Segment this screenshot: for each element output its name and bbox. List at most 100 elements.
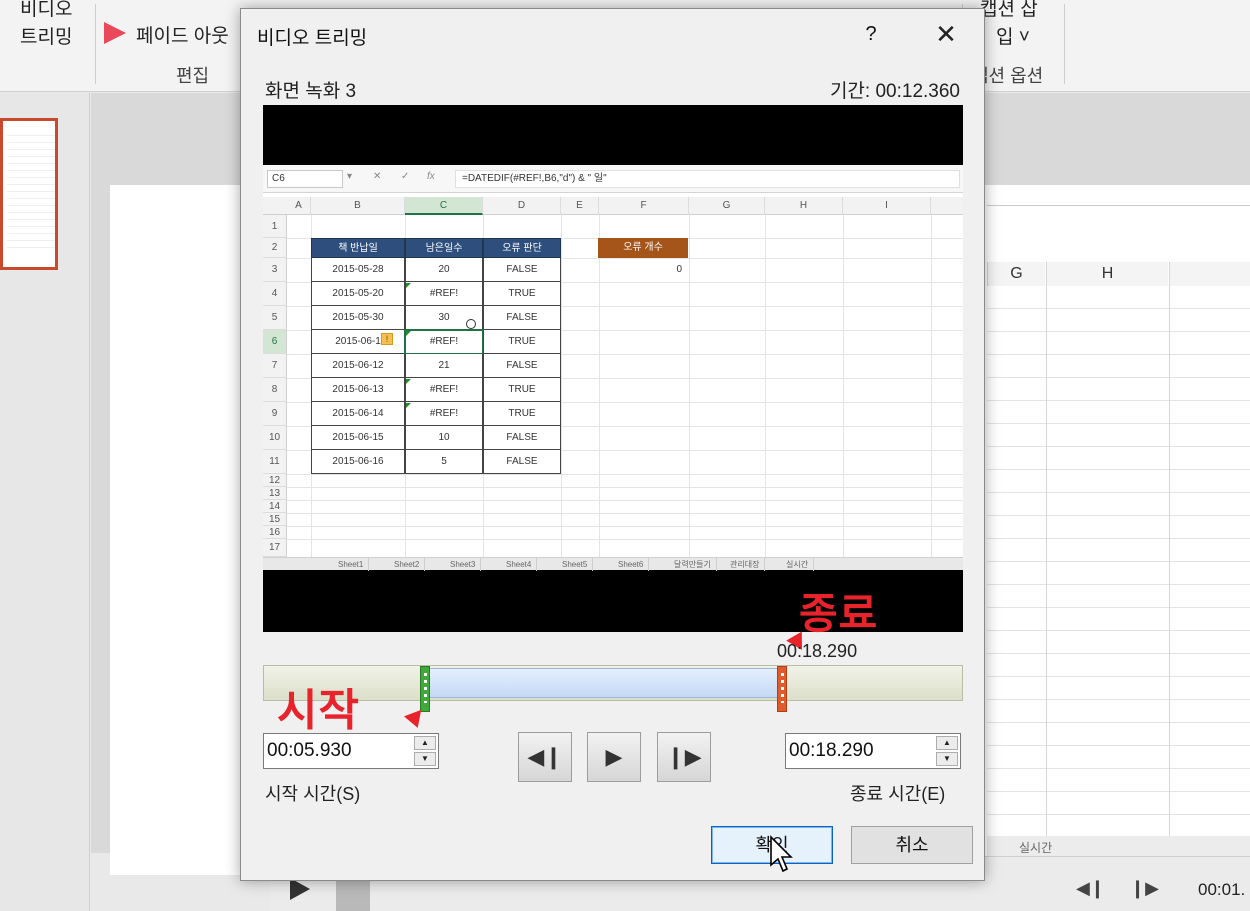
trim-video-dialog: 비디오 트리밍 ? ✕ 화면 녹화 3 기간: 00:12.360 C6 ▾ ✕… [240,8,985,881]
grid-column-line [931,215,932,557]
column-header: G [689,197,765,215]
excel-screenshot: C6 ▾ ✕ ✓ fx =DATEDIF(#REF!,B6,"d") & " 일… [263,165,963,571]
column-header: E [561,197,599,215]
start-time-input[interactable] [267,734,407,768]
slide-thumbnail[interactable] [0,118,58,270]
end-trim-handle[interactable] [777,666,787,712]
column-header: A [287,197,311,215]
grid-column-line [561,215,562,557]
row-header: 14 [263,500,287,513]
background-grid [987,286,1250,836]
row-header: 4 [263,282,287,306]
help-button[interactable]: ? [856,19,886,49]
start-time-down-icon[interactable]: ▼ [414,752,436,766]
table-cell: FALSE [483,450,561,474]
grid-column-line [765,215,766,557]
error-count-header: 오류 개수 [598,238,688,258]
insert-caption-label-bottom[interactable]: 입 ˅ [996,22,1030,49]
grid-row-line [287,487,963,488]
bg-prev-icon[interactable]: ◀❙ [1076,878,1105,899]
table-cell: 2015-05-20 [311,282,405,306]
close-button[interactable]: ✕ [929,19,963,49]
end-time-spinner: ▲ ▼ [785,733,961,769]
column-header: C [405,197,483,215]
table-cell: #REF! [404,329,484,355]
error-indicator-icon [406,403,411,408]
end-time-up-icon[interactable]: ▲ [936,736,958,750]
sheet-tab: 실시간 [781,558,815,571]
start-trim-handle[interactable] [420,666,430,712]
background-play-icon[interactable] [290,878,310,900]
video-trim-label-bottom[interactable]: 트리밍 [20,22,72,49]
row-header: 5 [263,306,287,330]
error-indicator-icon [406,283,411,288]
grid-column-line [689,215,690,557]
row-header: 6 [263,330,287,354]
table-cell: FALSE [483,258,561,282]
table-cell: #REF! [405,282,483,306]
cell-cursor-icon [466,319,476,329]
row-header: 10 [263,426,287,450]
bg-column-h: H [1046,262,1168,286]
video-preview: C6 ▾ ✕ ✓ fx =DATEDIF(#REF!,B6,"d") & " 일… [263,105,963,632]
table-cell: FALSE [483,306,561,330]
table-cell: 21 [405,354,483,378]
sheet-tab: Sheet5 [557,558,594,571]
table-header-cell: 오류 판단 [483,238,561,258]
row-header: 12 [263,474,287,487]
end-time-down-icon[interactable]: ▼ [936,752,958,766]
table-cell: TRUE [483,330,561,354]
sheet-tab: Sheet1 [333,558,370,571]
row-header: 3 [263,258,287,282]
sheet-tab: Sheet4 [501,558,538,571]
row-header: 17 [263,539,287,557]
end-time-label: 종료 시간(E) [850,784,946,804]
row-header: 16 [263,526,287,539]
table-cell: FALSE [483,354,561,378]
table-cell: FALSE [483,426,561,450]
row-header: 2 [263,238,287,258]
trim-timeline[interactable] [263,665,963,712]
timeline-selection [430,668,777,698]
bg-next-icon[interactable]: ❙▶ [1130,878,1159,899]
bg-column-g: G [987,262,1045,286]
table-cell: #REF! [405,402,483,426]
start-time-up-icon[interactable]: ▲ [414,736,436,750]
previous-frame-button[interactable]: ◀❙ [518,732,572,782]
start-time-label: 시작 시간(S) [265,784,361,804]
play-button[interactable]: ▶ [587,732,641,782]
error-count-value: 0 [676,264,682,275]
row-header: 11 [263,450,287,474]
sheet-tabs: Sheet1 Sheet2 Sheet3 Sheet4 Sheet5 Sheet6 달력만들… [263,557,963,571]
end-annotation: 종료 [799,590,879,637]
cancel-button[interactable]: 취소 [851,826,973,864]
grid-column-line [843,215,844,557]
end-time-input[interactable] [789,734,929,768]
column-headers: ABCDEFGHI [263,197,963,215]
row-header: 15 [263,513,287,526]
bg-sheet-tab: 실시간 [1019,841,1053,855]
video-duration: 기간: 00:12.360 [829,81,960,102]
bg-time-readout: 00:01. [1198,880,1246,899]
background-sheet-tabs: 실시간 [987,836,1250,856]
column-header: H [765,197,843,215]
bg-column-i [1169,262,1250,286]
error-warning-icon: ! [381,333,393,345]
table-cell: 20 [405,258,483,282]
table-cell: #REF! [405,378,483,402]
error-indicator-icon [406,379,411,384]
fade-out-icon [104,22,126,44]
sheet-tab: 달력만들기 [669,558,717,571]
error-indicator-icon [406,331,411,336]
table-cell: TRUE [483,282,561,306]
insert-caption-label-top[interactable]: 캡션 삽 [980,0,1038,21]
table-cell: 2015-06-16 [311,450,405,474]
video-trim-label-top[interactable]: 비디오 [20,0,72,21]
table-cell: TRUE [483,402,561,426]
grid-row-line [287,474,963,475]
sheet-tab: Sheet2 [389,558,426,571]
fade-out-label[interactable]: 페이드 아웃 [136,21,229,48]
grid-row-line [287,513,963,514]
next-frame-button[interactable]: ❙▶ [657,732,711,782]
edit-group-label: 편집 [176,66,210,86]
